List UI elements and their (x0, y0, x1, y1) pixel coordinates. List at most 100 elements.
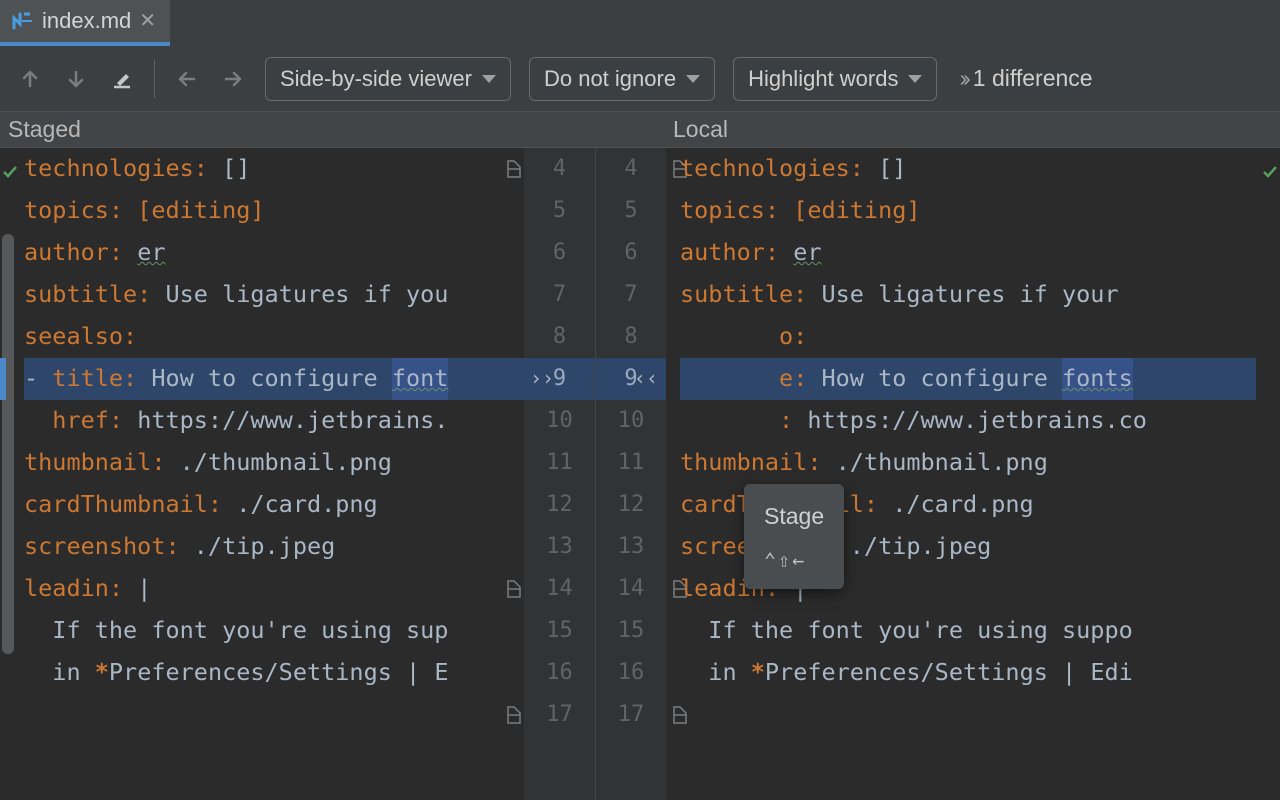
next-diff-icon[interactable] (62, 65, 90, 93)
line-number: 10 (524, 400, 595, 442)
diff-count: ›› 1 difference (959, 65, 1092, 92)
fold-handle[interactable] (506, 190, 522, 232)
editor-tab[interactable]: index.md ✕ (0, 0, 170, 46)
line-number: 4 (524, 148, 595, 190)
fold-handle[interactable] (506, 232, 522, 274)
line-number: 6 (596, 232, 666, 274)
tooltip-label: Stage (764, 496, 824, 537)
line-number: ››9 (524, 358, 595, 400)
code-line[interactable]: author: er (680, 232, 1256, 274)
fold-handle[interactable] (506, 442, 522, 484)
forward-icon[interactable] (219, 65, 247, 93)
code-line[interactable]: cardThumbnail: ./card.png (24, 484, 524, 526)
edit-icon[interactable] (108, 65, 136, 93)
local-header: Local (665, 112, 1280, 147)
line-number: 15 (524, 610, 595, 652)
fold-handle[interactable] (506, 610, 522, 652)
diff-column-headers: Staged Local (0, 112, 1280, 148)
code-line[interactable]: seealso: (24, 316, 524, 358)
gutter-right: 456789‹‹1011121314151617 (595, 148, 666, 800)
line-number: 13 (524, 526, 595, 568)
line-number: 4 (596, 148, 666, 190)
code-line[interactable]: - title: How to configure font (24, 358, 524, 400)
line-number: 8 (596, 316, 666, 358)
line-number-gutter: 45678››91011121314151617 456789‹‹1011121… (524, 148, 666, 800)
line-number: 15 (596, 610, 666, 652)
code-line[interactable]: topics: [editing] (24, 190, 524, 232)
code-line[interactable]: If the font you're using sup (24, 610, 524, 652)
line-number: 7 (596, 274, 666, 316)
line-number: 14 (596, 568, 666, 610)
fold-handle[interactable] (506, 358, 522, 400)
code-line[interactable]: subtitle: Use ligatures if your (680, 274, 1256, 316)
code-line[interactable]: author: er (24, 232, 524, 274)
accept-left-icon[interactable]: ‹‹ (634, 361, 658, 397)
line-number: 12 (524, 484, 595, 526)
gutter-left: 45678››91011121314151617 (524, 148, 595, 800)
line-number: 14 (524, 568, 595, 610)
staged-header: Staged (0, 112, 665, 147)
tab-filename: index.md (42, 8, 131, 34)
line-number: 13 (596, 526, 666, 568)
highlight-mode-label: Highlight words (748, 66, 898, 92)
line-number: 17 (596, 694, 666, 736)
fold-handle[interactable] (506, 526, 522, 568)
checkmark-icon (1262, 152, 1278, 194)
line-number: 5 (524, 190, 595, 232)
tooltip-shortcut: ⌃⇧← (764, 543, 824, 579)
diff-view: technologies: []topics: [editing]author:… (0, 148, 1280, 800)
viewer-mode-dropdown[interactable]: Side-by-side viewer (265, 57, 511, 101)
code-line[interactable]: in *Preferences/Settings | E (24, 652, 524, 694)
chevron-down-icon (686, 75, 700, 83)
code-line[interactable]: subtitle: Use ligatures if you (24, 274, 524, 316)
code-line[interactable]: technologies: [] (680, 148, 1256, 190)
line-number: 10 (596, 400, 666, 442)
fold-handle[interactable] (506, 400, 522, 442)
code-line[interactable]: leadin: | (24, 568, 524, 610)
fold-gutter-left (506, 148, 522, 736)
file-markdown-icon (10, 10, 34, 32)
stage-tooltip: Stage ⌃⇧← (744, 484, 844, 589)
back-icon[interactable] (173, 65, 201, 93)
code-line[interactable]: thumbnail: ./thumbnail.png (24, 442, 524, 484)
code-line[interactable]: topics: [editing] (680, 190, 1256, 232)
staged-pane[interactable]: technologies: []topics: [editing]author:… (0, 148, 524, 800)
code-line[interactable]: If the font you're using suppo (680, 610, 1256, 652)
code-line[interactable]: thumbnail: ./thumbnail.png (680, 442, 1256, 484)
accept-right-icon[interactable]: ›› (530, 361, 554, 397)
line-number: 8 (524, 316, 595, 358)
fold-handle[interactable] (506, 274, 522, 316)
line-number: 17 (524, 694, 595, 736)
diff-toolbar: Side-by-side viewer Do not ignore Highli… (0, 46, 1280, 112)
ignore-mode-label: Do not ignore (544, 66, 676, 92)
fold-handle[interactable] (506, 568, 522, 610)
code-line[interactable]: in *Preferences/Settings | Edi (680, 652, 1256, 694)
chevron-down-icon (482, 75, 496, 83)
line-number: 9‹‹ (596, 358, 666, 400)
code-line[interactable]: href: https://www.jetbrains. (24, 400, 524, 442)
line-number: 16 (596, 652, 666, 694)
close-icon[interactable]: ✕ (139, 11, 156, 31)
fold-handle[interactable] (506, 316, 522, 358)
code-line[interactable]: technologies: [] (24, 148, 524, 190)
code-line[interactable]: o: (680, 316, 1256, 358)
local-pane[interactable]: technologies: []topics: [editing]author:… (666, 148, 1256, 800)
tab-bar: index.md ✕ (0, 0, 1280, 46)
fold-handle[interactable] (506, 652, 522, 694)
prev-diff-icon[interactable] (16, 65, 44, 93)
diff-count-label: 1 difference (973, 65, 1093, 92)
line-number: 5 (596, 190, 666, 232)
line-number: 11 (524, 442, 595, 484)
line-number: 6 (524, 232, 595, 274)
highlight-mode-dropdown[interactable]: Highlight words (733, 57, 937, 101)
code-line[interactable]: e: How to configure fonts (680, 358, 1256, 400)
code-line[interactable]: screenshot: ./tip.jpeg (24, 526, 524, 568)
fold-handle[interactable] (506, 694, 522, 736)
viewer-mode-label: Side-by-side viewer (280, 66, 472, 92)
expand-icon: ›› (959, 65, 966, 92)
ignore-mode-dropdown[interactable]: Do not ignore (529, 57, 715, 101)
line-number: 7 (524, 274, 595, 316)
code-line[interactable]: : https://www.jetbrains.co (680, 400, 1256, 442)
fold-handle[interactable] (506, 484, 522, 526)
fold-handle[interactable] (506, 148, 522, 190)
